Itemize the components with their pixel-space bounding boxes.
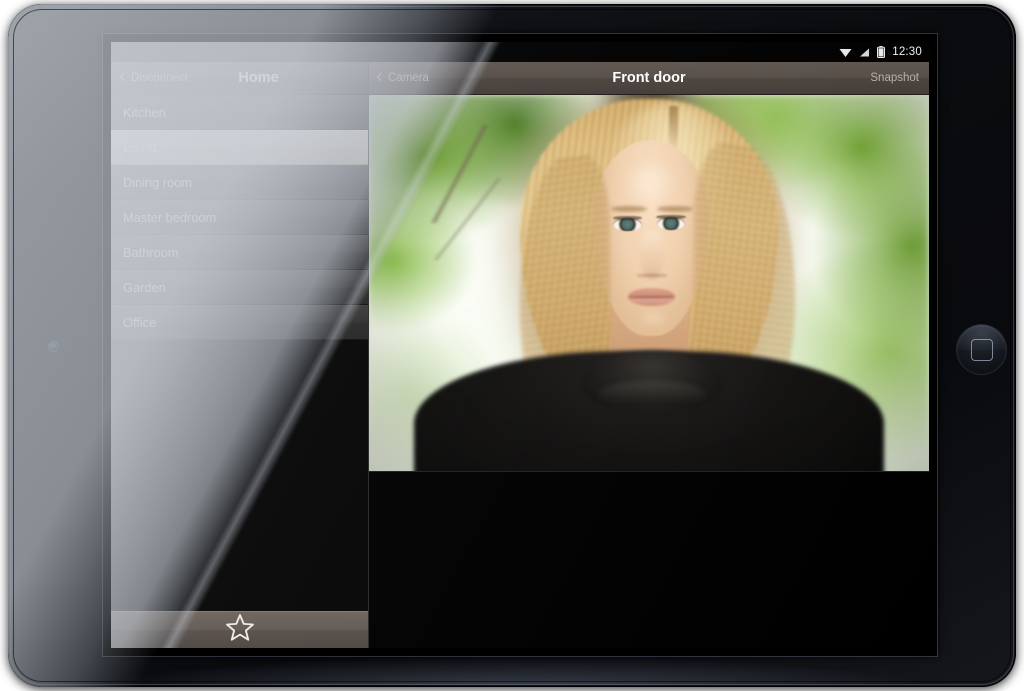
app-root: Disconnect Home Kitchen Living Dining ro…	[111, 62, 929, 648]
sidebar-toolbar	[111, 611, 368, 648]
room-list-item-kitchen[interactable]: Kitchen	[111, 95, 368, 130]
detail-empty-area	[369, 472, 929, 648]
room-label: Garden	[123, 280, 166, 295]
room-label: Living	[123, 140, 157, 155]
sidebar-navbar: Disconnect Home	[111, 62, 368, 95]
camera-feed-image	[369, 95, 929, 471]
tablet-device: 12:30 Disconnect Home Kitchen Living Din…	[8, 4, 1016, 687]
room-label: Master bedroom	[123, 210, 217, 225]
status-bar: 12:30	[111, 42, 929, 62]
sidebar-panel: Disconnect Home Kitchen Living Dining ro…	[111, 62, 368, 648]
cellular-signal-icon	[859, 47, 870, 58]
detail-panel: Camera Front door Snapshot	[368, 62, 929, 648]
room-list-item-garden[interactable]: Garden	[111, 270, 368, 305]
chevron-left-icon	[376, 72, 386, 82]
detail-title: Front door	[612, 70, 686, 86]
snapshot-button[interactable]: Snapshot	[870, 72, 919, 84]
star-outline-icon[interactable]	[225, 613, 255, 647]
room-label: Kitchen	[123, 105, 166, 120]
camera-back-label: Camera	[388, 72, 429, 84]
room-list-item-living[interactable]: Living	[111, 130, 368, 165]
home-button-sheen	[957, 325, 1006, 351]
chevron-left-icon	[119, 72, 129, 82]
room-list-item-master-bedroom[interactable]: Master bedroom	[111, 200, 368, 235]
feed-vignette	[369, 95, 929, 471]
screen-content: 12:30 Disconnect Home Kitchen Living Din…	[111, 42, 929, 648]
status-bar-clock: 12:30	[892, 46, 922, 58]
room-list-item-dining-room[interactable]: Dining room	[111, 165, 368, 200]
disconnect-button-label: Disconnect	[131, 72, 188, 84]
room-list-item-office[interactable]: Office	[111, 305, 368, 340]
battery-icon	[877, 46, 886, 58]
camera-lens-icon	[49, 342, 58, 351]
room-label: Office	[123, 315, 157, 330]
home-button[interactable]	[957, 325, 1006, 374]
room-list[interactable]: Kitchen Living Dining room Master bedroo…	[111, 95, 368, 611]
wifi-icon	[839, 47, 852, 58]
camera-video-feed[interactable]	[369, 95, 929, 472]
room-label: Bathroom	[123, 245, 179, 260]
bezel-bottom-sheen	[28, 651, 996, 685]
room-list-item-bathroom[interactable]: Bathroom	[111, 235, 368, 270]
tablet-screen: 12:30 Disconnect Home Kitchen Living Din…	[103, 34, 937, 656]
camera-back-button[interactable]: Camera	[376, 72, 429, 84]
detail-navbar: Camera Front door Snapshot	[369, 62, 929, 95]
disconnect-button[interactable]: Disconnect	[119, 72, 188, 84]
room-label: Dining room	[123, 175, 192, 190]
